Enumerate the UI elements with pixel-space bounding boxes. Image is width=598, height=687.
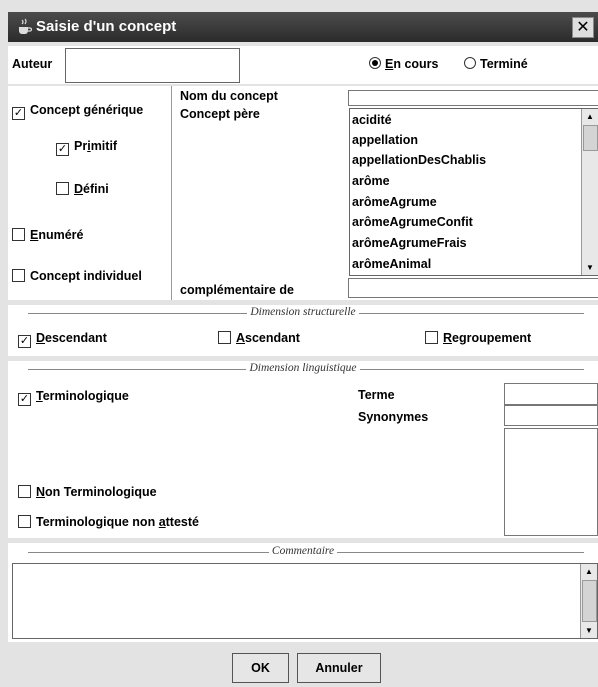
list-item[interactable]: arôme [352, 174, 390, 188]
author-field[interactable] [65, 48, 240, 83]
scroll-thumb[interactable] [583, 125, 598, 151]
comment-section: Commentaire ▲ ▼ [8, 543, 598, 642]
primitif-checkbox[interactable]: ✓ Primitif [56, 139, 117, 156]
concept-name-label: Nom du concept [180, 89, 278, 103]
synonymes-field[interactable] [504, 405, 598, 426]
ok-button[interactable]: OK [232, 653, 289, 683]
list-item[interactable]: arômeAgrumeFrais [352, 236, 467, 250]
author-label: Auteur [12, 57, 53, 71]
author-row: Auteur En cours Terminé [8, 46, 598, 84]
synonymes-label: Synonymes [358, 410, 429, 424]
enumere-checkbox[interactable]: Enuméré [12, 228, 84, 242]
descendant-checkbox[interactable]: ✓ Descendant [18, 331, 107, 348]
terminologique-checkbox[interactable]: ✓ Terminologique [18, 389, 129, 406]
concept-father-label: Concept père [180, 107, 260, 121]
complement-label: complémentaire de [180, 283, 294, 297]
comment-textarea[interactable]: ▲ ▼ [12, 563, 598, 639]
ascendant-checkbox[interactable]: Ascendant [218, 331, 300, 345]
concept-father-list[interactable]: acidité appellation appellationDesChabli… [349, 108, 598, 276]
structural-section: Dimension structurelle ✓ Descendant Ascen… [8, 305, 598, 356]
linguistic-section: Dimension linguistique ✓ Terminologique T… [8, 361, 598, 538]
terme-label: Terme [358, 388, 395, 402]
list-scrollbar[interactable]: ▲ ▼ [581, 109, 598, 275]
concept-individuel-checkbox[interactable]: Concept individuel [12, 269, 142, 283]
arrow-up-icon[interactable]: ▲ [582, 109, 598, 124]
concept-name-field[interactable] [348, 90, 598, 106]
regroupement-checkbox[interactable]: Regroupement [425, 331, 531, 345]
scroll-thumb[interactable] [582, 580, 597, 622]
list-item[interactable]: arômeAgrume [352, 195, 437, 209]
list-item[interactable]: arômeAnimal [352, 257, 431, 271]
defini-checkbox[interactable]: Défini [56, 182, 109, 196]
window-title: Saisie d'un concept [36, 18, 177, 35]
terme-field[interactable] [504, 383, 598, 405]
status-termine-radio[interactable]: Terminé [464, 57, 528, 71]
complement-field[interactable] [348, 278, 598, 298]
concept-generique-checkbox[interactable]: ✓ Concept générique [12, 103, 143, 120]
check-icon: ✓ [18, 335, 31, 348]
linguistic-legend: Dimension linguistique [8, 362, 598, 374]
column-divider [171, 86, 172, 300]
comment-scrollbar[interactable]: ▲ ▼ [580, 564, 597, 638]
radio-icon [464, 57, 476, 69]
comment-legend: Commentaire [8, 545, 598, 557]
close-button[interactable]: ✕ [572, 17, 594, 38]
non-terminologique-checkbox[interactable]: Non Terminologique [18, 485, 157, 499]
synonymes-list[interactable] [504, 428, 598, 536]
check-icon: ✓ [18, 393, 31, 406]
dialog-window: Saisie d'un concept ✕ Auteur En cours Te… [0, 0, 598, 687]
java-cup-icon [19, 18, 33, 34]
status-en-cours-radio[interactable]: En cours [369, 57, 439, 71]
list-item[interactable]: appellation [352, 133, 418, 147]
list-item[interactable]: appellationDesChablis [352, 153, 486, 167]
radio-selected-icon [369, 57, 381, 69]
title-bar[interactable]: Saisie d'un concept ✕ [8, 12, 598, 42]
list-item[interactable]: acidité [352, 113, 392, 127]
arrow-down-icon[interactable]: ▼ [582, 260, 598, 275]
arrow-up-icon[interactable]: ▲ [581, 564, 597, 579]
check-icon: ✓ [56, 143, 69, 156]
cancel-button[interactable]: Annuler [297, 653, 381, 683]
arrow-down-icon[interactable]: ▼ [581, 623, 597, 638]
non-atteste-checkbox[interactable]: Terminologique non attesté [18, 515, 199, 529]
list-item[interactable]: arômeAgrumeConfit [352, 215, 473, 229]
structural-legend: Dimension structurelle [8, 306, 598, 318]
close-icon: ✕ [576, 19, 590, 36]
check-icon: ✓ [12, 107, 25, 120]
